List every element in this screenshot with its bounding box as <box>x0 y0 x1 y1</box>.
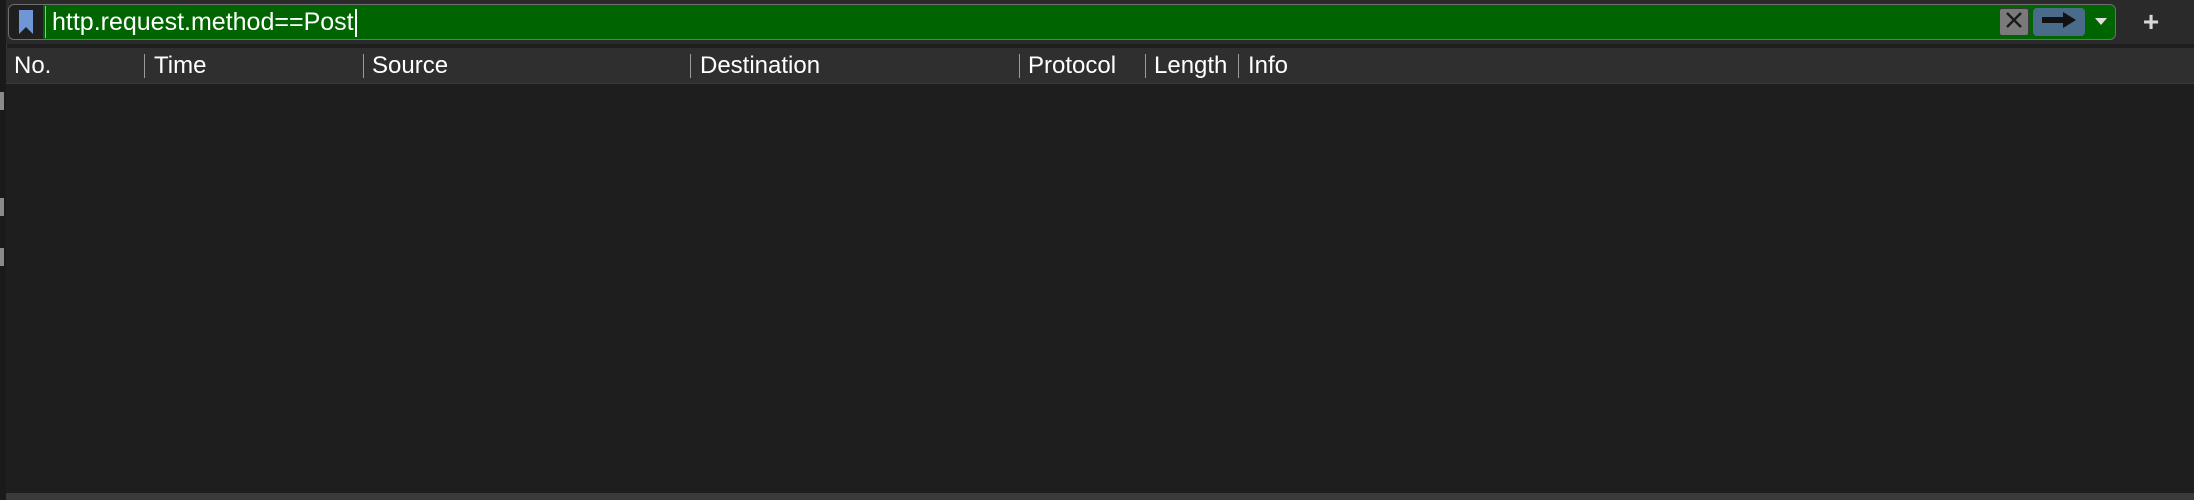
pane-splitter[interactable] <box>6 493 2194 500</box>
column-header-time[interactable]: Time <box>154 48 364 83</box>
add-filter-button[interactable]: + <box>2136 6 2166 38</box>
column-divider[interactable] <box>1145 54 1146 78</box>
packet-list[interactable] <box>6 84 2194 494</box>
display-filter-field: http.request.method==Post <box>8 4 2116 40</box>
packet-list-header: No. Time Source Destination Protocol Len… <box>6 48 2194 84</box>
clear-filter-button[interactable] <box>1999 8 2029 36</box>
bookmark-icon <box>18 9 34 35</box>
column-header-length[interactable]: Length <box>1154 48 1236 83</box>
column-header-protocol[interactable]: Protocol <box>1028 48 1146 83</box>
column-header-no[interactable]: No. <box>14 48 144 83</box>
gutter-mark <box>0 248 4 266</box>
text-caret <box>354 9 357 38</box>
close-icon <box>2004 10 2024 35</box>
column-header-info[interactable]: Info <box>1248 48 1448 83</box>
column-divider[interactable] <box>144 54 145 78</box>
filter-history-dropdown[interactable] <box>2089 8 2113 36</box>
column-divider[interactable] <box>363 54 364 78</box>
arrow-right-icon <box>2039 10 2079 35</box>
gutter-mark <box>0 198 4 216</box>
display-filter-input[interactable]: http.request.method==Post <box>45 6 1995 38</box>
gutter-mark <box>0 92 4 110</box>
column-header-source[interactable]: Source <box>372 48 692 83</box>
column-divider[interactable] <box>1019 54 1020 78</box>
column-divider[interactable] <box>1238 54 1239 78</box>
display-filter-toolbar: http.request.method==Post + <box>6 0 2194 44</box>
apply-filter-button[interactable] <box>2033 8 2085 36</box>
chevron-down-icon <box>2094 13 2108 31</box>
filter-bookmark-button[interactable] <box>9 5 43 39</box>
column-divider[interactable] <box>690 54 691 78</box>
column-header-destination[interactable]: Destination <box>700 48 1020 83</box>
filter-text: http.request.method==Post <box>52 8 354 36</box>
packet-capture-window: http.request.method==Post + No. Time Sou… <box>0 0 2194 500</box>
